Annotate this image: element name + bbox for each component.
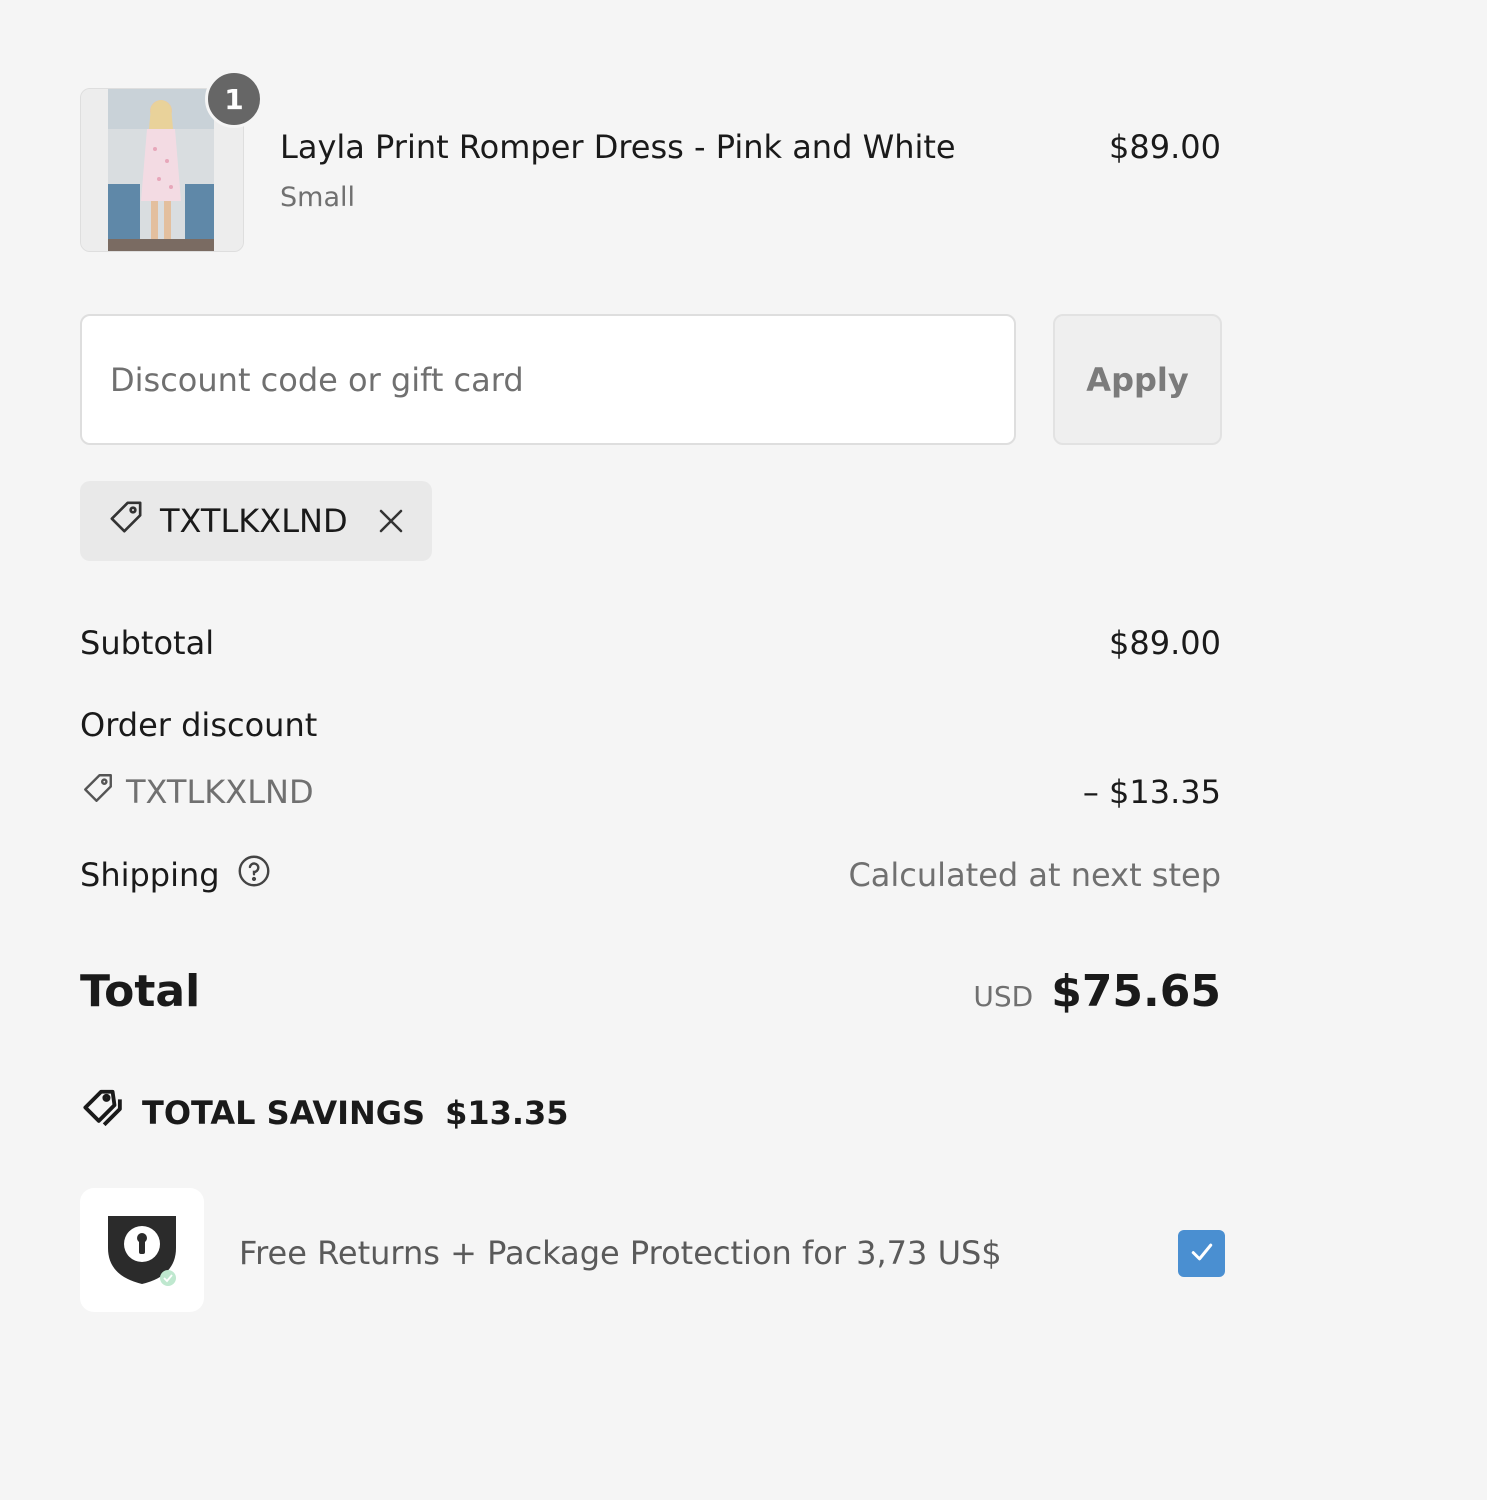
total-savings: TOTAL SAVINGS $13.35: [80, 1086, 569, 1140]
protection-checkbox[interactable]: [1178, 1230, 1225, 1277]
total-label: Total: [80, 966, 201, 1017]
product-title: Layla Print Romper Dress - Pink and Whit…: [280, 128, 956, 166]
shield-lock-icon: [102, 1208, 182, 1292]
total-savings-label: TOTAL SAVINGS: [142, 1094, 426, 1132]
product-price: $89.00: [1109, 128, 1221, 166]
tag-icon: [106, 497, 146, 545]
protection-offer-text: Free Returns + Package Protection for 3,…: [239, 1234, 1002, 1272]
shipping-label: Shipping: [80, 856, 220, 894]
applied-discount-chip: TXTLKXLND: [80, 481, 432, 561]
tag-icon: [80, 770, 116, 814]
discount-code-input[interactable]: [80, 314, 1016, 445]
question-circle-icon[interactable]: [236, 853, 272, 897]
protection-logo: [80, 1188, 204, 1312]
applied-discount-code: TXTLKXLND: [160, 502, 348, 540]
quantity-badge: 1: [205, 70, 263, 128]
order-discount-label: Order discount: [80, 706, 318, 744]
product-variant: Small: [280, 182, 355, 213]
shipping-value: Calculated at next step: [848, 856, 1221, 894]
double-tag-icon: [80, 1086, 126, 1140]
apply-discount-button[interactable]: Apply: [1053, 314, 1222, 445]
total-amount-group: USD $75.65: [973, 966, 1221, 1017]
subtotal-value: $89.00: [1109, 624, 1221, 662]
total-currency: USD: [973, 980, 1034, 1013]
order-discount-code: TXTLKXLND: [126, 773, 314, 811]
check-icon: [1187, 1237, 1217, 1271]
total-amount: $75.65: [1051, 966, 1221, 1017]
subtotal-label: Subtotal: [80, 624, 215, 662]
order-discount-code-line: TXTLKXLND: [80, 770, 314, 814]
shipping-label-group: Shipping: [80, 853, 272, 897]
order-discount-value: – $13.35: [1082, 773, 1221, 811]
total-savings-value: $13.35: [445, 1094, 569, 1132]
close-icon[interactable]: [376, 506, 406, 536]
